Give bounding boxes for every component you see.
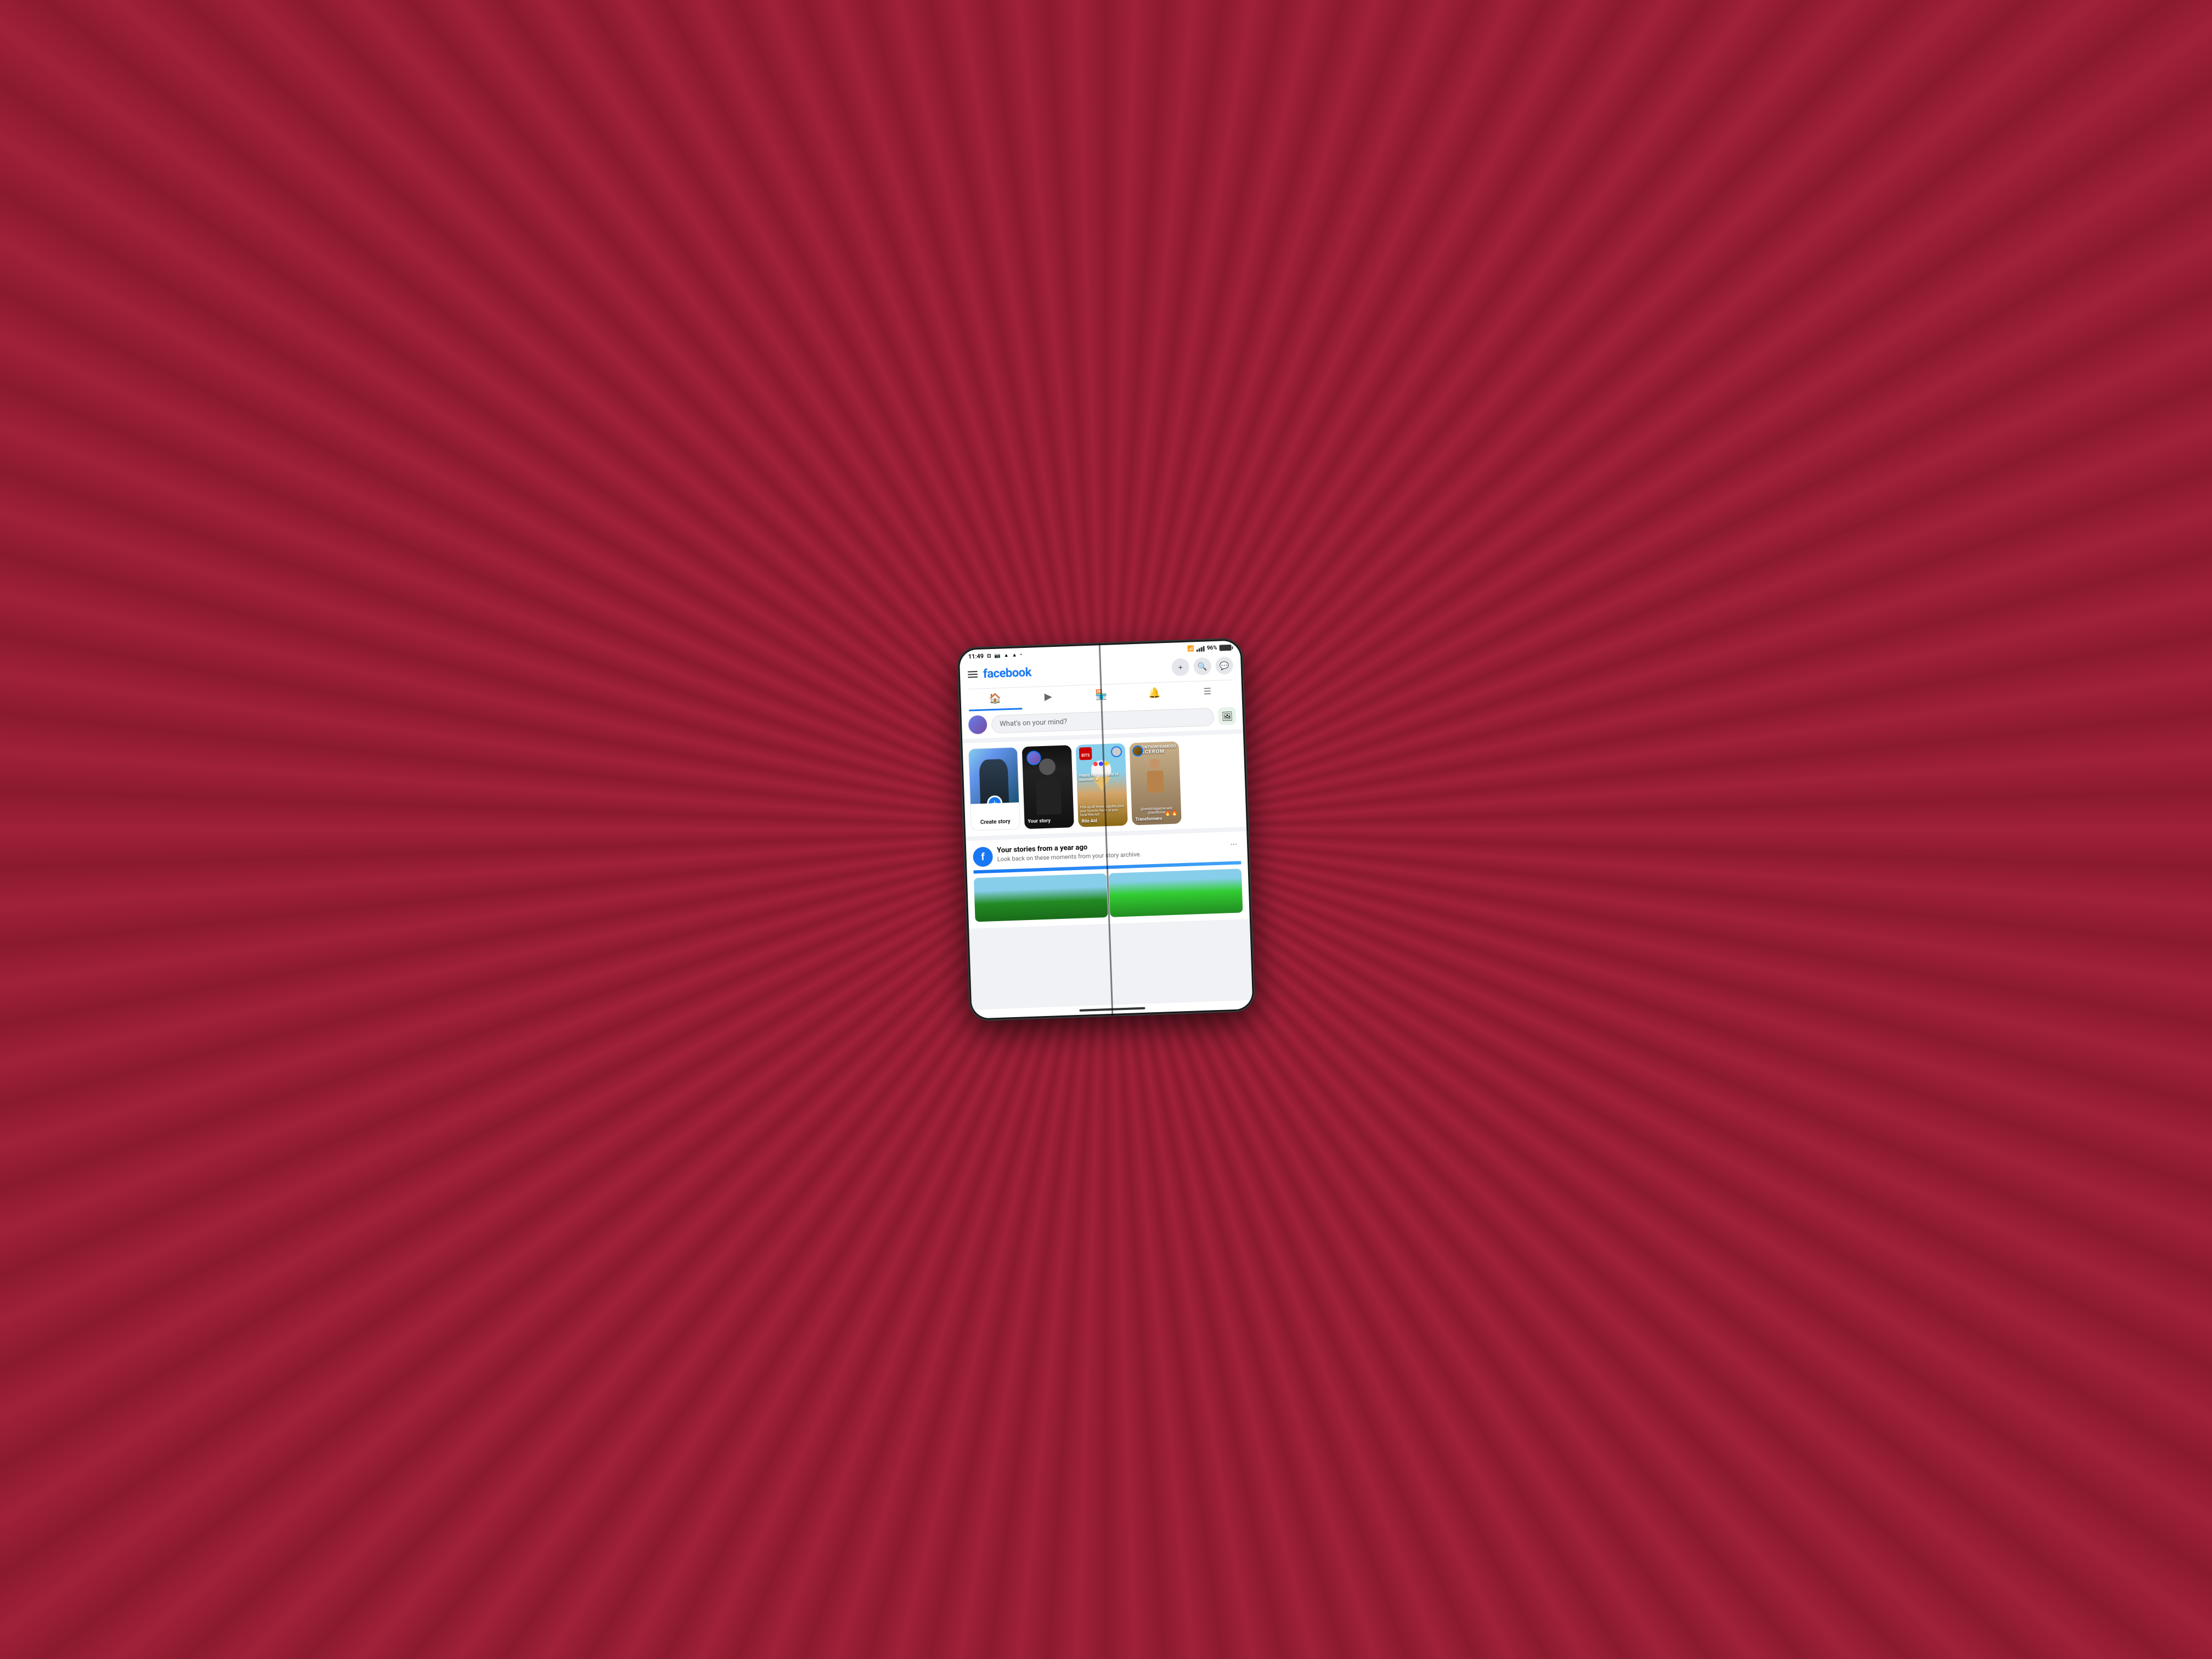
phone-frame: 11:49 ⊡ 📷 ▲ ▲ • 📶 96% [957, 638, 1255, 1021]
header-top: facebook + 🔍 💬 [967, 657, 1233, 684]
status-right: 📶 96% [1187, 645, 1232, 652]
rite-aid-label: Rite Aid [1081, 819, 1097, 824]
header-left: facebook [968, 665, 1032, 681]
cast-icon: ⊡ [987, 653, 991, 659]
stories-scroll[interactable]: + Create story You [962, 733, 1246, 837]
year-ago-text: Your stories from a year ago Look back o… [997, 842, 1141, 863]
photo-icon[interactable]: 🖼 [1218, 707, 1236, 725]
year-ago-image-2[interactable] [1109, 868, 1243, 917]
tab-notifications[interactable]: 🔔 [1127, 682, 1181, 706]
signal-bars [1197, 646, 1205, 652]
transformers-story-card[interactable]: @NTHONYRAMOSOSCEROM @ceratimagazine and … [1130, 741, 1182, 825]
year-ago-image-1[interactable] [974, 873, 1108, 922]
create-story-card[interactable]: + Create story [968, 747, 1020, 831]
more-options-button[interactable]: ··· [1227, 838, 1240, 851]
rite-aid-story-card[interactable]: BITS Happy first weekend of summer! ☀ Ri… [1076, 743, 1128, 827]
year-ago-section: f Your stories from a year ago Look back… [966, 831, 1250, 929]
feed-content[interactable]: What's on your mind? 🖼 + Create story [961, 702, 1252, 1010]
status-left: 11:49 ⊡ 📷 ▲ ▲ • [968, 651, 1022, 660]
user-avatar [968, 715, 988, 734]
create-story-label: Create story [970, 803, 1020, 831]
hamburger-menu[interactable] [968, 671, 978, 678]
tab-more[interactable]: ☰ [1181, 681, 1234, 703]
search-button[interactable]: 🔍 [1193, 657, 1211, 675]
tab-home[interactable]: 🏠 [968, 687, 1022, 711]
tab-video[interactable]: ▶ [1022, 686, 1075, 709]
arrow-up-icon: ▲ [1004, 652, 1009, 658]
battery-icon [1219, 645, 1231, 651]
messenger-button[interactable]: 💬 [1215, 657, 1233, 675]
facebook-logo: facebook [983, 665, 1032, 681]
dot-icon: • [1020, 652, 1022, 658]
arrow-up-icon-2: ▲ [1012, 652, 1017, 658]
stories-section: + Create story You [962, 733, 1246, 837]
battery-level: 96% [1207, 645, 1217, 652]
wifi-icon: 📶 [1187, 646, 1194, 652]
home-bar [1079, 1007, 1145, 1012]
phone-screen: 11:49 ⊡ 📷 ▲ ▲ • 📶 96% [959, 640, 1252, 1018]
your-story-bg: Your story [1022, 745, 1074, 829]
year-ago-images [974, 868, 1243, 922]
header-right: + 🔍 💬 [1171, 657, 1233, 676]
facebook-circle-icon: f [973, 847, 993, 867]
instagram-icon: 📷 [994, 653, 1001, 658]
year-ago-header-left: f Your stories from a year ago Look back… [973, 842, 1142, 867]
time-display: 11:49 [968, 653, 984, 661]
tab-marketplace[interactable]: 🏪 [1074, 684, 1128, 707]
transformers-label: Transformers [1135, 816, 1162, 822]
add-button[interactable]: + [1171, 658, 1189, 676]
post-input[interactable]: What's on your mind? [991, 708, 1215, 733]
create-story-image: + [969, 748, 1019, 804]
facebook-header: facebook + 🔍 💬 🏠 ▶ 🏪 🔔 ☰ [960, 652, 1242, 712]
your-story-card[interactable]: Your story [1022, 745, 1074, 829]
